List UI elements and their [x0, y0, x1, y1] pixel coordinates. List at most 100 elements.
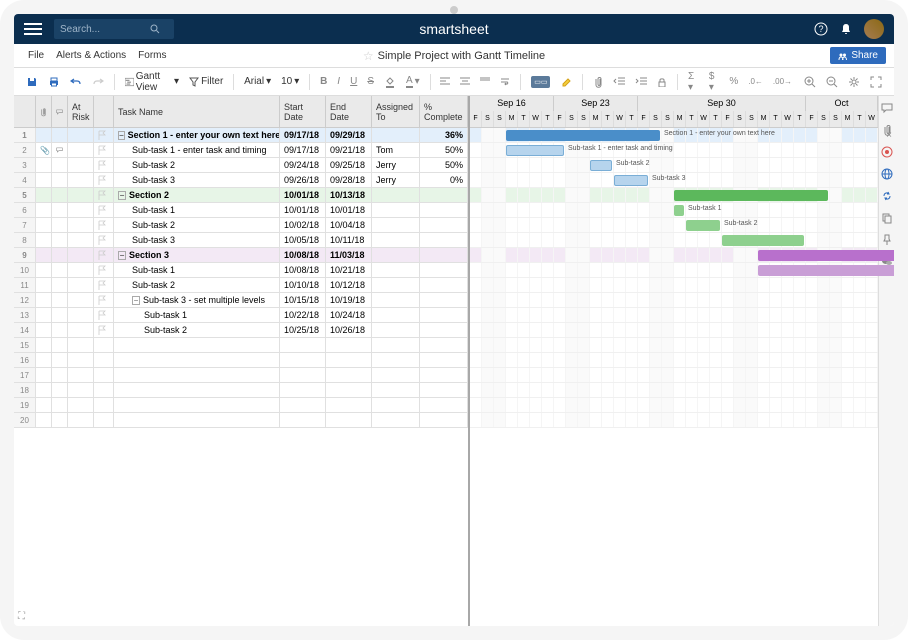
rail-update-icon[interactable]: [881, 190, 893, 202]
outdent-icon[interactable]: [609, 75, 629, 89]
gantt-bar[interactable]: [506, 130, 660, 141]
close-icon[interactable]: ×: [886, 130, 892, 141]
table-row[interactable]: 3Sub-task 209/24/1809/25/18Jerry50%: [14, 158, 468, 173]
align-left-icon[interactable]: [436, 75, 454, 89]
table-row[interactable]: 18: [14, 383, 468, 398]
flag-icon[interactable]: [98, 325, 106, 335]
search-icon[interactable]: [150, 24, 160, 34]
settings-icon[interactable]: [844, 74, 864, 90]
comment-col-icon[interactable]: [52, 96, 68, 127]
flag-icon[interactable]: [98, 160, 106, 170]
wrap-icon[interactable]: [496, 75, 514, 89]
collapse-icon[interactable]: −: [132, 296, 140, 305]
table-row[interactable]: 11Sub-task 210/10/1810/12/18: [14, 278, 468, 293]
comment-icon[interactable]: [56, 146, 63, 154]
search-input[interactable]: [60, 24, 150, 35]
flag-icon[interactable]: [98, 175, 106, 185]
flag-icon[interactable]: [98, 265, 106, 275]
indent-icon[interactable]: [631, 75, 651, 89]
flag-icon[interactable]: [98, 145, 106, 155]
table-row[interactable]: 10Sub-task 110/08/1810/21/18: [14, 263, 468, 278]
col-end[interactable]: End Date: [326, 96, 372, 127]
table-row[interactable]: 14Sub-task 210/25/1810/26/18: [14, 323, 468, 338]
zoom-out-icon[interactable]: [822, 74, 842, 90]
gantt-bar[interactable]: [614, 175, 648, 186]
table-row[interactable]: 15: [14, 338, 468, 353]
gantt-bar[interactable]: [506, 145, 564, 156]
table-row[interactable]: 8Sub-task 310/05/1810/11/18: [14, 233, 468, 248]
flag-icon[interactable]: [98, 250, 106, 260]
gantt-bar[interactable]: [674, 190, 828, 201]
share-button[interactable]: Share: [830, 47, 886, 64]
align-top-icon[interactable]: [476, 75, 494, 89]
col-assigned[interactable]: Assigned To: [372, 96, 420, 127]
flag-icon[interactable]: [98, 295, 106, 305]
table-row[interactable]: 1−Section 1 - enter your own text here09…: [14, 128, 468, 143]
menu-forms[interactable]: Forms: [132, 50, 172, 61]
italic-icon[interactable]: I: [333, 74, 344, 89]
decimal-dec-icon[interactable]: .0←: [744, 75, 767, 88]
underline-icon[interactable]: U: [346, 74, 361, 89]
flag-icon[interactable]: [98, 235, 106, 245]
gantt-bar[interactable]: [758, 250, 894, 261]
gantt-bar[interactable]: [722, 235, 804, 246]
rail-pin-icon[interactable]: [881, 234, 893, 246]
flag-icon[interactable]: [98, 205, 106, 215]
flag-icon[interactable]: [98, 190, 106, 200]
zoom-in-icon[interactable]: [800, 74, 820, 90]
print-icon[interactable]: [44, 74, 64, 90]
bell-icon[interactable]: [840, 23, 852, 35]
bold-icon[interactable]: B: [316, 74, 331, 89]
col-risk[interactable]: At Risk: [68, 96, 94, 127]
rail-proof-icon[interactable]: [881, 146, 893, 158]
rail-globe-icon[interactable]: [881, 168, 893, 180]
text-color-icon[interactable]: A ▾: [402, 73, 424, 90]
filter-button[interactable]: Filter: [185, 74, 227, 89]
gantt-bar[interactable]: [674, 205, 684, 216]
table-row[interactable]: 6Sub-task 110/01/1810/01/18: [14, 203, 468, 218]
expand-icon[interactable]: [866, 74, 886, 90]
save-icon[interactable]: [22, 74, 42, 90]
collapse-icon[interactable]: −: [118, 191, 126, 200]
table-row[interactable]: 19: [14, 398, 468, 413]
rail-comment-icon[interactable]: [881, 102, 893, 114]
star-icon[interactable]: ☆: [363, 49, 374, 63]
lock-icon[interactable]: [653, 75, 671, 89]
user-avatar[interactable]: [864, 19, 884, 39]
percent-icon[interactable]: %: [725, 74, 742, 89]
table-row[interactable]: 13Sub-task 110/22/1810/24/18: [14, 308, 468, 323]
flag-icon[interactable]: [98, 220, 106, 230]
table-row[interactable]: 7Sub-task 210/02/1810/04/18: [14, 218, 468, 233]
menu-file[interactable]: File: [22, 50, 50, 61]
fill-color-icon[interactable]: [380, 74, 400, 90]
table-row[interactable]: 20: [14, 413, 468, 428]
gantt-bar[interactable]: [758, 265, 894, 276]
flag-icon[interactable]: [98, 130, 106, 140]
view-selector[interactable]: Gantt View ▾: [121, 69, 183, 95]
menu-alerts[interactable]: Alerts & Actions: [50, 50, 132, 61]
help-icon[interactable]: ?: [814, 22, 828, 36]
gantt-bar[interactable]: [686, 220, 720, 231]
search-box[interactable]: [54, 19, 174, 39]
col-pct[interactable]: % Complete: [420, 96, 468, 127]
gantt-bar[interactable]: [590, 160, 612, 171]
undo-icon[interactable]: [66, 74, 86, 90]
sum-icon[interactable]: Σ ▾: [684, 69, 703, 95]
flag-icon[interactable]: [98, 310, 106, 320]
table-row[interactable]: 5−Section 210/01/1810/13/18: [14, 188, 468, 203]
hamburger-menu-icon[interactable]: [24, 23, 42, 35]
table-row[interactable]: 2📎Sub-task 1 - enter task and timing09/1…: [14, 143, 468, 158]
attach-icon[interactable]: 📎: [40, 146, 50, 155]
strike-icon[interactable]: S: [363, 74, 378, 89]
decimal-inc-icon[interactable]: .00→: [769, 75, 796, 88]
fullscreen-icon[interactable]: ⛶: [18, 611, 25, 622]
attach-col-icon[interactable]: [36, 96, 52, 127]
collapse-icon[interactable]: −: [118, 251, 126, 260]
currency-icon[interactable]: $ ▾: [705, 69, 723, 95]
table-row[interactable]: 12−Sub-task 3 - set multiple levels10/15…: [14, 293, 468, 308]
align-center-icon[interactable]: [456, 75, 474, 89]
col-start[interactable]: Start Date: [280, 96, 326, 127]
table-row[interactable]: 17: [14, 368, 468, 383]
font-selector[interactable]: Arial ▾: [240, 74, 275, 89]
rail-copy-icon[interactable]: [881, 212, 893, 224]
